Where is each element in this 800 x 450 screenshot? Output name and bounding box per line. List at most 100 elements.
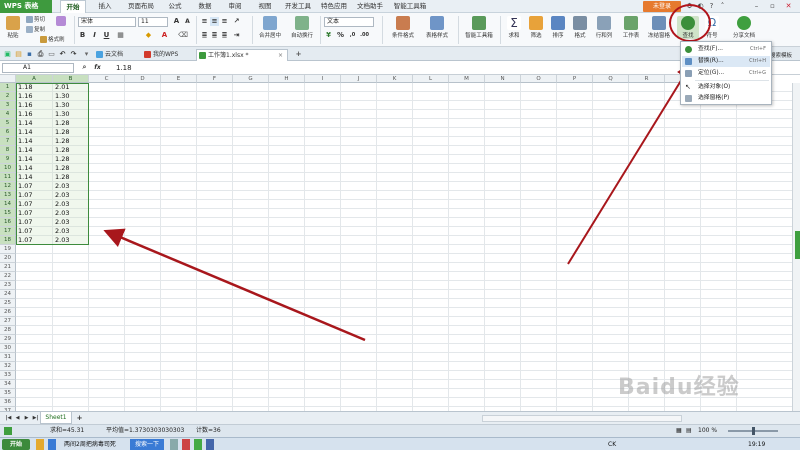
row-header-9[interactable]: 9 — [0, 155, 16, 164]
next-sheet-icon[interactable]: ▶ — [22, 414, 31, 423]
row-header-7[interactable]: 7 — [0, 137, 16, 146]
column-header-q[interactable]: Q — [593, 75, 629, 83]
table-style-button[interactable]: 表格样式 — [422, 16, 452, 39]
tab-my-wps[interactable]: 我的WPS — [142, 49, 194, 61]
decrease-font-icon[interactable]: A — [183, 17, 192, 26]
row-header-21[interactable]: 21 — [0, 263, 16, 272]
row-header-31[interactable]: 31 — [0, 353, 16, 362]
cell-a15[interactable]: 1.07 — [16, 209, 53, 218]
view-normal-icon[interactable]: ▦ — [676, 425, 682, 437]
cell-a9[interactable]: 1.14 — [16, 155, 53, 164]
row-header-17[interactable]: 17 — [0, 227, 16, 236]
menu-formulas[interactable]: 公式 — [162, 0, 188, 13]
dropdown-icon[interactable]: ▾ — [82, 50, 91, 59]
zoom-level[interactable]: 100 % — [698, 425, 717, 437]
font-color-icon[interactable]: A — [160, 31, 169, 40]
freeze-panes-button[interactable]: 冻结窗格 — [646, 16, 672, 39]
formula-input[interactable]: 1.18 — [116, 63, 132, 73]
last-sheet-icon[interactable]: ▶| — [31, 414, 40, 423]
cell-b14[interactable]: 2.03 — [53, 200, 89, 209]
minimize-icon[interactable]: – — [752, 2, 761, 11]
menu-smart-toolbox[interactable]: 智能工具箱 — [390, 0, 430, 13]
row-header-19[interactable]: 19 — [0, 245, 16, 254]
align-left-icon[interactable]: ≣ — [200, 31, 209, 40]
bold-button[interactable]: B — [78, 31, 87, 40]
orientation-icon[interactable]: ↗ — [232, 17, 241, 26]
zoom-search-icon[interactable]: ⌕ — [80, 63, 89, 72]
redo-icon[interactable]: ↷ — [69, 50, 78, 59]
row-header-6[interactable]: 6 — [0, 128, 16, 137]
cell-a11[interactable]: 1.14 — [16, 173, 53, 182]
taskbar-app-icon[interactable] — [206, 439, 214, 450]
clear-format-button[interactable] — [56, 16, 66, 27]
border-icon[interactable]: ▦ — [116, 31, 125, 40]
row-header-35[interactable]: 35 — [0, 389, 16, 398]
taskbar-app-icon[interactable] — [194, 439, 202, 450]
print-icon[interactable]: ⎙ — [36, 50, 45, 59]
comma-icon[interactable]: ,0 — [348, 31, 357, 40]
column-header-o[interactable]: O — [521, 75, 557, 83]
cell-a12[interactable]: 1.07 — [16, 182, 53, 191]
cell-b16[interactable]: 2.03 — [53, 218, 89, 227]
format-painter-button[interactable]: 格式刷 — [40, 35, 65, 43]
help-icon[interactable]: ? — [707, 2, 716, 11]
column-header-h[interactable]: H — [269, 75, 305, 83]
tab-workbook[interactable]: 工作簿1.xlsx * × — [196, 49, 288, 61]
merge-center-button[interactable]: 合并居中 — [256, 16, 284, 39]
row-header-34[interactable]: 34 — [0, 380, 16, 389]
row-header-8[interactable]: 8 — [0, 146, 16, 155]
paste-button[interactable]: 粘贴 — [3, 16, 23, 39]
column-header-f[interactable]: F — [197, 75, 233, 83]
row-header-13[interactable]: 13 — [0, 191, 16, 200]
sort-button[interactable]: 排序 — [548, 16, 568, 39]
increase-font-icon[interactable]: A — [172, 17, 181, 26]
fill-color-icon[interactable]: ◆ — [144, 31, 153, 40]
column-header-k[interactable]: K — [377, 75, 413, 83]
row-header-3[interactable]: 3 — [0, 101, 16, 110]
undo-icon[interactable]: ↶ — [58, 50, 67, 59]
menu-item-selection-pane[interactable]: 选择窗格(P) — [682, 93, 770, 104]
auto-wrap-button[interactable]: 自动换行 — [288, 16, 316, 39]
row-header-36[interactable]: 36 — [0, 398, 16, 407]
new-tab-icon[interactable]: + — [294, 50, 303, 59]
cell-b5[interactable]: 1.28 — [53, 119, 89, 128]
cell-b1[interactable]: 2.01 — [53, 83, 89, 92]
cell-b12[interactable]: 2.03 — [53, 182, 89, 191]
format-button[interactable]: 格式 — [570, 16, 590, 39]
cell-a10[interactable]: 1.14 — [16, 164, 53, 173]
start-button[interactable]: 开始 — [2, 439, 30, 450]
row-header-23[interactable]: 23 — [0, 281, 16, 290]
menu-doc-assistant[interactable]: 文档助手 — [354, 0, 386, 13]
row-col-button[interactable]: 行和列 — [592, 16, 616, 39]
row-header-4[interactable]: 4 — [0, 110, 16, 119]
cell-b18[interactable]: 2.03 — [53, 236, 89, 245]
taskbar-app-icon[interactable] — [48, 439, 56, 450]
copy-button[interactable]: 复制 — [26, 25, 45, 33]
close-icon[interactable]: ✕ — [784, 2, 793, 11]
row-header-15[interactable]: 15 — [0, 209, 16, 218]
cell-a2[interactable]: 1.16 — [16, 92, 53, 101]
column-header-r[interactable]: R — [629, 75, 665, 83]
font-name-select[interactable]: 宋体 — [78, 17, 136, 27]
row-header-11[interactable]: 11 — [0, 173, 16, 182]
cell-a7[interactable]: 1.14 — [16, 137, 53, 146]
save-icon[interactable]: ▪ — [25, 50, 34, 59]
cell-a4[interactable]: 1.16 — [16, 110, 53, 119]
taskbar-window-title[interactable]: 两间2周把病毒司死 — [62, 439, 126, 450]
italic-button[interactable]: I — [90, 31, 99, 40]
column-header-d[interactable]: D — [125, 75, 161, 83]
menu-item-replace[interactable]: 替换(R)... Ctrl+H — [682, 56, 770, 67]
align-bottom-icon[interactable]: ≡ — [220, 17, 229, 26]
column-header-i[interactable]: I — [305, 75, 341, 83]
column-header-b[interactable]: B — [53, 75, 89, 83]
smart-toolbox-button[interactable]: 智能工具箱 — [462, 16, 496, 39]
wps-logo[interactable]: WPS 表格 — [0, 0, 52, 13]
share-doc-button[interactable]: 分享文档 — [730, 16, 758, 39]
menu-view[interactable]: 视图 — [252, 0, 278, 13]
percent-icon[interactable]: % — [336, 31, 345, 40]
cell-b17[interactable]: 2.03 — [53, 227, 89, 236]
first-sheet-icon[interactable]: |◀ — [4, 414, 13, 423]
menu-home[interactable]: 开始 — [60, 0, 86, 13]
cell-a17[interactable]: 1.07 — [16, 227, 53, 236]
font-size-select[interactable]: 11 — [138, 17, 168, 27]
